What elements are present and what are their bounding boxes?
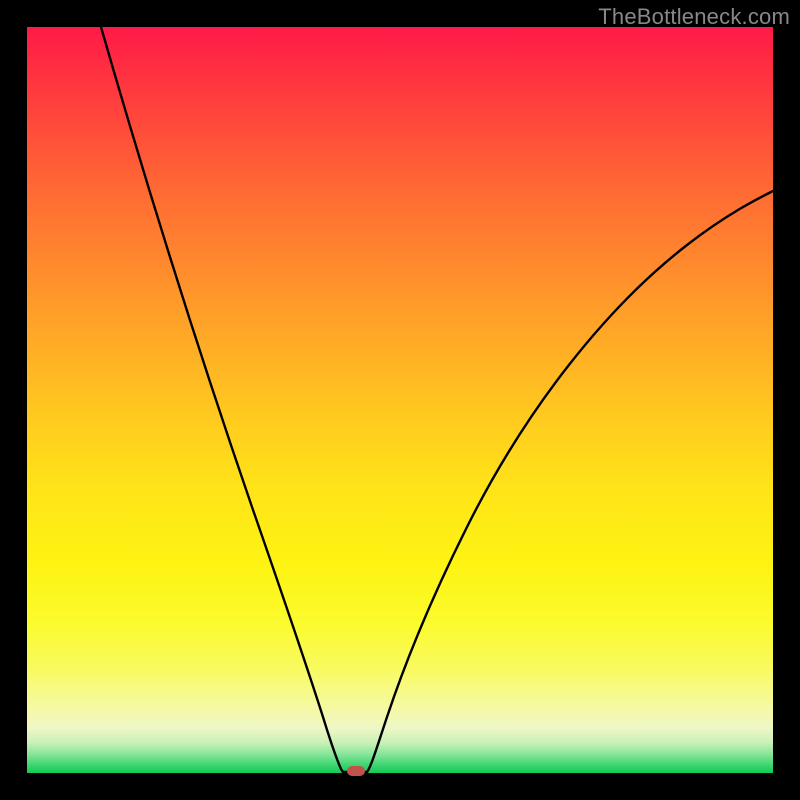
plot-area bbox=[27, 27, 773, 773]
minimum-marker bbox=[347, 766, 365, 776]
bottleneck-curve bbox=[27, 27, 773, 773]
curve-left-branch bbox=[101, 27, 343, 772]
outer-frame: TheBottleneck.com bbox=[0, 0, 800, 800]
curve-right-branch bbox=[367, 191, 773, 772]
